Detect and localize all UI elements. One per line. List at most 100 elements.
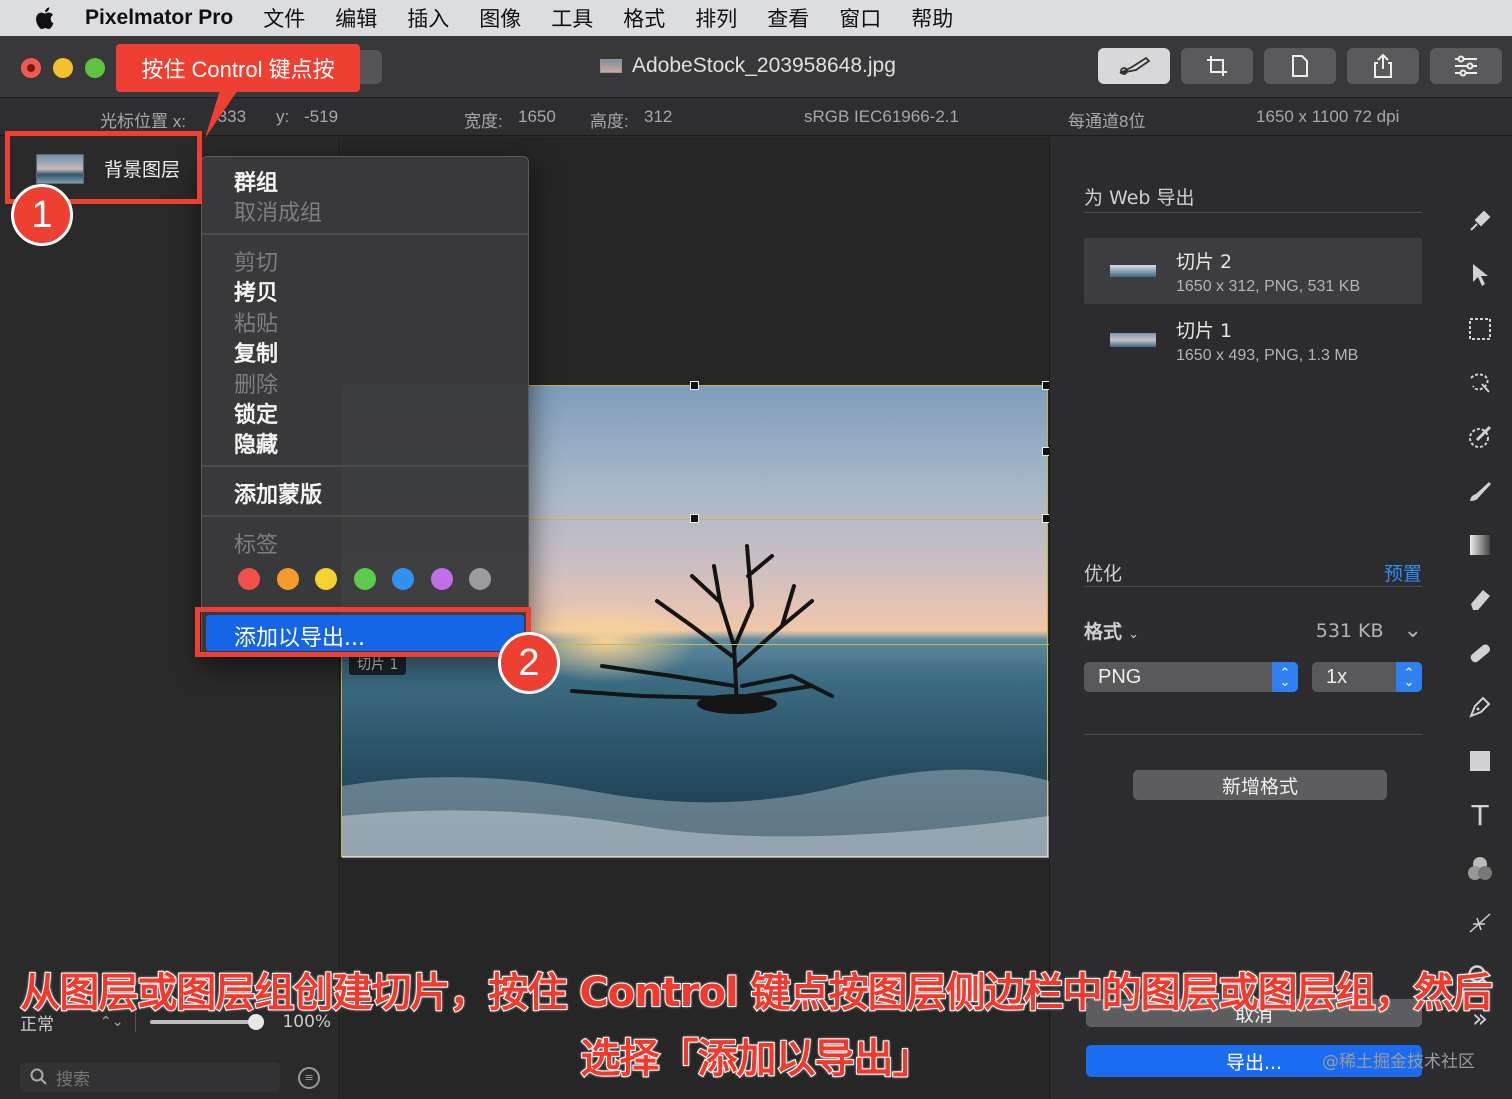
document-thumbnail-icon: [600, 59, 622, 73]
gradient-icon[interactable]: [1466, 531, 1494, 559]
tag-color-red[interactable]: [238, 568, 260, 590]
style-tool-icon[interactable]: [1466, 207, 1494, 235]
share-icon: [1374, 53, 1392, 78]
resize-handle[interactable]: [690, 514, 699, 523]
cursor-y-label: y:: [276, 107, 290, 126]
chevron-down-icon: ⌄: [1128, 627, 1139, 642]
adjustments-toolbar-button[interactable]: [1430, 48, 1502, 84]
menu-item-paste: 粘贴: [234, 312, 279, 337]
menu-item-group[interactable]: 群组: [234, 165, 278, 197]
menu-item-cut: 剪切: [234, 251, 279, 276]
height-label: 高度:: [590, 112, 629, 131]
divider: [1084, 212, 1422, 213]
optimize-header: 优化 预置: [1084, 559, 1422, 586]
menu-file[interactable]: 文件: [263, 3, 305, 33]
effects-icon[interactable]: [1466, 855, 1494, 883]
step-badge-2: 2: [498, 632, 560, 694]
menu-edit[interactable]: 编辑: [335, 3, 377, 33]
menu-item-ungroup: 取消成组: [234, 201, 323, 226]
slice-list-item[interactable]: 切片 1 1650 x 493, PNG, 1.3 MB: [1084, 307, 1422, 373]
selection-tool-icon[interactable]: [1466, 315, 1494, 343]
tag-color-blue[interactable]: [392, 568, 414, 590]
annotation-callout: 按住 Control 键点按: [116, 44, 360, 92]
optimize-label: 优化: [1084, 563, 1123, 585]
watermark: @稀土掘金技术社区: [1322, 1052, 1475, 1072]
menu-separator: [202, 515, 528, 517]
menu-separator: [202, 233, 528, 235]
divider: [1084, 586, 1422, 587]
height-value: 312: [644, 107, 673, 126]
color-picker-icon[interactable]: [1466, 423, 1494, 451]
image-dimensions: 1650 x 1100 72 dpi: [1256, 107, 1400, 126]
eraser-icon[interactable]: [1466, 585, 1494, 613]
type-tool-icon[interactable]: T: [1466, 799, 1494, 832]
document-title-text: AdobeStock_203958648.jpg: [632, 54, 896, 77]
slice-list-item[interactable]: 切片 2 1650 x 312, PNG, 531 KB: [1084, 238, 1422, 304]
paint-brush-icon[interactable]: [1466, 477, 1494, 505]
tag-color-yellow[interactable]: [315, 568, 337, 590]
menu-item-add-mask[interactable]: 添加蒙版: [234, 477, 322, 509]
menu-window[interactable]: 窗口: [839, 3, 881, 33]
document-toolbar-button[interactable]: [1264, 48, 1336, 84]
width-label: 宽度:: [464, 112, 503, 131]
crop-toolbar-button[interactable]: [1181, 48, 1253, 84]
menu-item-copy[interactable]: 拷贝: [234, 275, 278, 307]
menu-item-lock[interactable]: 锁定: [234, 397, 278, 429]
export-panel: 为 Web 导出 切片 2 1650 x 312, PNG, 531 KB 切片…: [1049, 137, 1444, 1099]
tag-color-green[interactable]: [354, 568, 376, 590]
shape-tool-icon[interactable]: [1466, 747, 1494, 775]
menu-tools[interactable]: 工具: [551, 3, 593, 33]
highlight-box-menu-item: [195, 607, 531, 657]
width-value: 1650: [518, 107, 556, 126]
opacity-slider[interactable]: [150, 1014, 265, 1030]
document-title: AdobeStock_203958648.jpg: [600, 54, 896, 78]
format-size-group: 531 KB ⌄: [1316, 618, 1422, 643]
menu-separator: [202, 465, 528, 467]
menu-arrange[interactable]: 排列: [695, 3, 737, 33]
format-label-group[interactable]: 格式 ⌄: [1084, 617, 1139, 644]
format-value: PNG: [1098, 665, 1142, 688]
slice-meta: 1650 x 493, PNG, 1.3 MB: [1176, 346, 1359, 364]
preset-button[interactable]: 预置: [1384, 559, 1422, 586]
menu-item-tags-label: 标签: [234, 533, 279, 558]
chevron-updown-icon: ⌃⌄: [1396, 662, 1422, 692]
share-toolbar-button[interactable]: [1347, 48, 1419, 84]
collapse-chevron-icon[interactable]: ⌄: [1404, 618, 1422, 643]
cursor-y-value: -519: [304, 107, 339, 126]
crop-icon: [1207, 56, 1227, 76]
brush-style-icon: [1119, 56, 1151, 75]
menu-item-delete: 删除: [234, 373, 279, 398]
resize-handle[interactable]: [690, 381, 699, 390]
export-panel-title: 为 Web 导出: [1084, 187, 1195, 209]
menu-image[interactable]: 图像: [479, 3, 521, 33]
slice-meta: 1650 x 312, PNG, 531 KB: [1176, 277, 1361, 295]
tools-sidebar: T »: [1444, 137, 1512, 1099]
menu-item-hide[interactable]: 隐藏: [234, 427, 278, 459]
menu-format[interactable]: 格式: [623, 3, 665, 33]
layer-context-menu: 群组 取消成组 剪切 拷贝 粘贴 复制 删除 锁定 隐藏 添加蒙版 标签 添加以…: [201, 156, 529, 656]
menu-insert[interactable]: 插入: [407, 3, 449, 33]
menu-item-duplicate[interactable]: 复制: [234, 336, 278, 368]
slice-name: 切片 2: [1176, 250, 1233, 273]
bit-depth: 每通道8位: [1068, 112, 1146, 131]
tag-color-orange[interactable]: [277, 568, 299, 590]
menu-help[interactable]: 帮助: [911, 3, 953, 33]
format-size: 531 KB: [1315, 620, 1384, 642]
distort-icon[interactable]: [1466, 909, 1494, 937]
format-label: 格式: [1084, 621, 1123, 643]
repair-icon[interactable]: [1466, 639, 1494, 667]
menu-view[interactable]: 查看: [767, 3, 809, 33]
pen-tool-icon[interactable]: [1466, 693, 1494, 721]
instruction-caption-line2: 选择「添加以导出」: [580, 1035, 934, 1083]
slice-thumbnail: [1110, 265, 1156, 277]
tag-color-purple[interactable]: [431, 568, 453, 590]
format-select[interactable]: PNG ⌃ ⌄: [1084, 662, 1298, 692]
tag-color-gray[interactable]: [469, 568, 491, 590]
style-toolbar-button[interactable]: [1098, 48, 1170, 84]
slice-name: 切片 1: [1176, 319, 1233, 342]
format-header: 格式 ⌄ 531 KB ⌄: [1084, 617, 1422, 644]
arrange-tool-icon[interactable]: [1466, 261, 1494, 289]
smart-selection-icon[interactable]: [1466, 369, 1494, 397]
add-format-button[interactable]: 新增格式: [1133, 770, 1387, 800]
scale-select[interactable]: 1x ⌃ ⌄: [1312, 662, 1422, 692]
